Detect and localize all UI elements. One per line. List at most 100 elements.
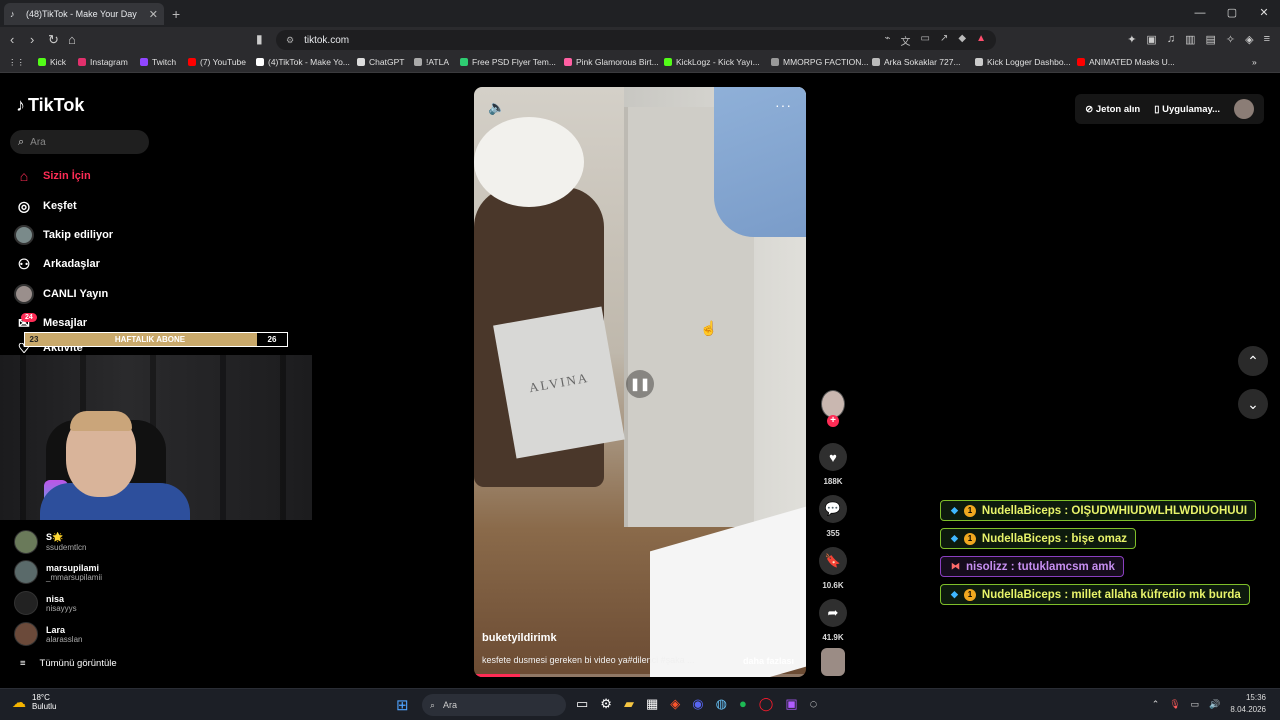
discord-icon[interactable]: ◉ <box>692 696 703 712</box>
more-bookmarks-icon[interactable]: » <box>1252 57 1257 67</box>
bookmark-item[interactable]: Free PSD Flyer Tem... <box>460 57 556 67</box>
bookmark-item[interactable]: !ATLA <box>414 57 449 67</box>
bookmark-item[interactable]: ChatGPT <box>357 57 404 67</box>
pause-icon[interactable]: ❚❚ <box>626 370 654 398</box>
creator-avatar[interactable] <box>821 390 845 418</box>
reader-icon[interactable]: ⌁ <box>885 33 891 48</box>
minimize-button[interactable]: — <box>1184 0 1216 27</box>
bookmark-item[interactable]: Twitch <box>140 57 176 67</box>
browser-tab[interactable]: ♪ (48)TikTok - Make Your Day ✕ <box>4 3 164 25</box>
rewards-icon[interactable]: ▲ <box>976 33 986 48</box>
brave-shield-icon[interactable]: ◆ <box>958 33 966 48</box>
translate-icon[interactable]: 文 <box>901 33 911 48</box>
clock-date: 8.04.2026 <box>1230 705 1266 714</box>
next-app-icon[interactable]: ▣ <box>785 696 797 712</box>
media-icon[interactable]: ♫ <box>1167 33 1175 46</box>
address-bar[interactable]: ⚙ tiktok.com ⌁ 文 ▭ ↗ ◆ ▲ <box>276 30 996 50</box>
steam-icon[interactable]: ◍ <box>716 696 727 712</box>
store-icon[interactable]: ▦ <box>646 696 658 712</box>
more-options-icon[interactable]: ··· <box>775 97 792 113</box>
forward-icon[interactable]: › <box>30 32 34 47</box>
share-button[interactable]: ➦ 41.9K <box>819 599 847 642</box>
nav-label: Mesajlar <box>43 317 88 329</box>
comment-button[interactable]: 💬 355 <box>819 495 847 538</box>
weather-widget[interactable]: ☁ 18°C Bulutlu <box>12 693 56 711</box>
bookmark-item[interactable]: KickLogz - Kick Yayı... <box>664 57 760 67</box>
following-account[interactable]: Lara alarasslan <box>14 622 82 646</box>
bookmark-item[interactable]: Arka Sokaklar 727... <box>872 57 961 67</box>
back-icon[interactable]: ‹ <box>10 32 14 47</box>
following-account[interactable]: nisa nisayyys <box>14 591 77 615</box>
window-controls: — ▢ ✕ <box>1184 0 1280 27</box>
bookmark-item[interactable]: Kick <box>38 57 66 67</box>
streamer-hair <box>70 411 132 431</box>
bookmark-item[interactable]: ANIMATED Masks U... <box>1077 57 1175 67</box>
bookmark-item[interactable]: Instagram <box>78 57 128 67</box>
get-app-button[interactable]: ▯ Uygulamay... <box>1154 104 1220 115</box>
video-player[interactable]: ALVINA 🔈 ··· ❚❚ buketyildirimk kesfete d… <box>474 87 806 677</box>
bookmark-item[interactable]: MMORPG FACTION... <box>771 57 868 67</box>
get-coins-button[interactable]: ⊘ Jeton alın <box>1085 104 1140 115</box>
reload-icon[interactable]: ↻ <box>48 32 59 48</box>
account-name: nisa <box>46 593 65 604</box>
cast-icon[interactable]: ▭ <box>921 33 930 48</box>
bookmark-item[interactable]: (7) YouTube <box>188 57 246 67</box>
close-window-button[interactable]: ✕ <box>1248 0 1280 27</box>
nav-live[interactable]: CANLI Yayın <box>14 284 108 304</box>
volume-icon[interactable]: 🔊 <box>1209 699 1220 710</box>
video-progress-bar[interactable] <box>474 674 806 677</box>
bookmark-item[interactable]: Pink Glamorous Birt... <box>564 57 659 67</box>
next-video-button[interactable]: ⌄ <box>1238 389 1268 419</box>
nav-for-you[interactable]: ⌂ Sizin İçin <box>14 166 91 186</box>
nav-friends[interactable]: ⚇ Arkadaşlar <box>14 254 100 274</box>
tray-expand-icon[interactable]: ⌃ <box>1152 699 1160 710</box>
caption-more-link[interactable]: daha fazlası <box>743 656 794 666</box>
vpn-icon[interactable]: ◈ <box>1245 33 1253 46</box>
nav-explore[interactable]: ◎ Keşfet <box>14 196 77 216</box>
clock[interactable]: 15:36 8.04.2026 <box>1230 692 1266 716</box>
see-all-link[interactable]: ≡ Tümünü görüntüle <box>20 658 117 669</box>
microphone-icon[interactable]: 🎙 <box>1169 699 1180 710</box>
tiktok-logo[interactable]: ♪ TikTok <box>16 95 84 116</box>
nav-following[interactable]: Takip ediliyor <box>14 225 113 245</box>
steam-tray-icon[interactable]: ⚙ <box>600 696 612 712</box>
like-button[interactable]: ♥ 188K <box>819 443 847 486</box>
site-info-icon[interactable]: ⚙ <box>286 35 294 46</box>
search-input[interactable]: ⌕ Ara <box>10 130 149 154</box>
nav-label: Arkadaşlar <box>43 258 100 270</box>
menu-icon[interactable]: ≡ <box>1264 33 1270 46</box>
following-account[interactable]: S🌟 ssudemtlcn <box>14 530 86 554</box>
sidebar-icon[interactable]: ▥ <box>1185 33 1195 46</box>
opera-icon[interactable]: ◯ <box>759 696 774 712</box>
leo-icon[interactable]: ✧ <box>1226 33 1235 46</box>
file-explorer-icon[interactable]: ▰ <box>624 696 634 712</box>
share-page-icon[interactable]: ↗ <box>940 33 948 48</box>
home-icon[interactable]: ⌂ <box>68 32 76 47</box>
task-view-icon[interactable]: ▭ <box>576 696 588 712</box>
taskbar-search[interactable]: ⌕ Ara <box>422 694 566 716</box>
apps-grid-icon[interactable]: ⋮⋮ <box>8 57 25 68</box>
profile-avatar[interactable] <box>1234 99 1254 119</box>
extensions-icon[interactable]: ✦ <box>1127 33 1136 46</box>
music-disc[interactable] <box>821 648 845 676</box>
display-icon[interactable]: ▭ <box>1191 699 1200 710</box>
new-tab-button[interactable]: + <box>172 6 180 22</box>
maximize-button[interactable]: ▢ <box>1216 0 1248 27</box>
bookmark-item[interactable]: (4)TikTok - Make Yo... <box>256 57 350 67</box>
volume-icon[interactable]: 🔈 <box>488 99 505 116</box>
follow-plus-icon[interactable]: + <box>827 415 839 427</box>
obs-icon[interactable]: ◌ <box>810 696 818 712</box>
windows-start-icon[interactable]: ⊞ <box>396 696 409 714</box>
close-tab-icon[interactable]: ✕ <box>149 8 158 21</box>
brave-icon[interactable]: ◈ <box>670 696 680 712</box>
system-tray: ⌃ 🎙 ▭ 🔊 15:36 8.04.2026 <box>1152 692 1266 716</box>
bookmark-item[interactable]: Kick Logger Dashbo... <box>975 57 1071 67</box>
following-account[interactable]: marsupilami _mmarsupilamii <box>14 560 102 584</box>
previous-video-button[interactable]: ⌃ <box>1238 346 1268 376</box>
save-button[interactable]: 🔖 10.6K <box>819 547 847 590</box>
video-author[interactable]: buketyildirimk <box>482 632 557 644</box>
bookmark-page-icon[interactable]: ▮ <box>256 32 263 46</box>
screenshot-icon[interactable]: ▣ <box>1146 33 1156 46</box>
wallet-icon[interactable]: ▤ <box>1205 33 1215 46</box>
spotify-icon[interactable]: ● <box>739 696 747 712</box>
